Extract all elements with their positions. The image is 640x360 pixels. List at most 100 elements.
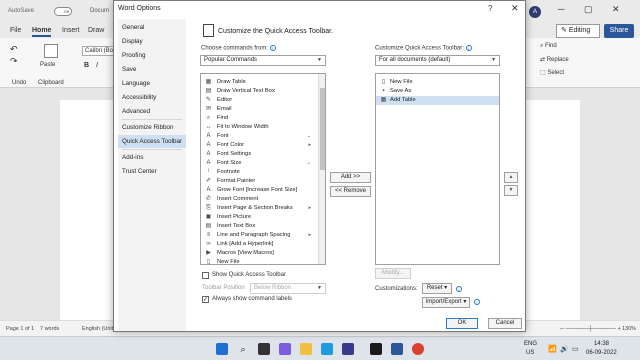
nav-language[interactable]: Language: [118, 77, 186, 90]
command-item[interactable]: ▤ Draw Vertical Text Box: [201, 87, 315, 96]
word-count[interactable]: 7 words: [40, 326, 59, 332]
command-item[interactable]: ∞ Link [Add a Hyperlink]: [201, 240, 315, 249]
command-item[interactable]: ▶ Macros [View Macros]: [201, 249, 315, 258]
nav-add-ins[interactable]: Add-ins: [118, 151, 186, 164]
edge-icon[interactable]: [321, 343, 333, 355]
nav-general[interactable]: General: [118, 21, 186, 34]
command-item[interactable]: A Font ⌄: [201, 132, 315, 141]
page-count[interactable]: Page 1 of 1: [6, 326, 34, 332]
task-view-icon[interactable]: [258, 343, 270, 355]
minimize-icon[interactable]: ─: [558, 4, 564, 14]
command-item[interactable]: ✎ Editor: [201, 96, 315, 105]
nav-proofing[interactable]: Proofing: [118, 49, 186, 62]
nav-save[interactable]: Save: [118, 63, 186, 76]
replace-button[interactable]: ⇄ Replace: [540, 56, 569, 63]
command-item[interactable]: A Grow Font [Increase Font Size]: [201, 186, 315, 195]
qat-item[interactable]: ▪ Save As: [376, 87, 499, 96]
italic-icon[interactable]: I: [96, 62, 98, 69]
share-button[interactable]: Share: [604, 24, 634, 38]
command-item[interactable]: ▯ New File: [201, 258, 315, 264]
wifi-icon[interactable]: 📶: [548, 345, 557, 353]
clock-time[interactable]: 14:38: [594, 341, 609, 347]
command-item[interactable]: ▣ Insert Picture: [201, 213, 315, 222]
store-icon[interactable]: [342, 343, 354, 355]
redo-icon[interactable]: ↷: [10, 56, 18, 67]
cancel-button[interactable]: Cancel: [488, 318, 522, 329]
editing-mode-button[interactable]: ✎ Editing: [556, 24, 600, 38]
choose-commands-dropdown[interactable]: Popular Commands ▼: [200, 55, 326, 66]
command-item[interactable]: ✉ Email: [201, 105, 315, 114]
modify-button[interactable]: Modify...: [375, 268, 411, 279]
search-icon[interactable]: ⌕: [237, 343, 249, 355]
info-icon[interactable]: i: [269, 45, 276, 51]
customize-qat-dropdown[interactable]: For all documents (default) ▼: [375, 55, 500, 66]
start-icon[interactable]: [216, 343, 228, 355]
command-item[interactable]: ✆ Insert Comment: [201, 195, 315, 204]
close-icon[interactable]: ✕: [612, 4, 620, 15]
undo-icon[interactable]: ↶: [10, 44, 18, 55]
command-item[interactable]: ⌕ Find: [201, 114, 315, 123]
command-item[interactable]: ≡ Line and Paragraph Spacing ▸: [201, 231, 315, 240]
command-item[interactable]: ↔ Fit to Window Width: [201, 123, 315, 132]
select-button[interactable]: ⬚ Select: [540, 69, 564, 76]
autosave-toggle[interactable]: Off: [54, 7, 72, 16]
info-icon[interactable]: i: [474, 299, 480, 305]
volume-icon[interactable]: 🔊: [560, 345, 569, 353]
commands-scrollbar[interactable]: [318, 74, 325, 264]
info-icon[interactable]: i: [465, 45, 472, 51]
file-explorer-icon[interactable]: [300, 343, 312, 355]
remove-button[interactable]: << Remove: [330, 186, 371, 197]
zoom-level[interactable]: 130%: [622, 326, 636, 332]
nav-customize-ribbon[interactable]: Customize Ribbon: [118, 121, 186, 134]
battery-icon[interactable]: ▭: [572, 345, 579, 353]
always-show-labels-checkbox[interactable]: ✓: [202, 296, 209, 303]
command-item[interactable]: ▦ Draw Table: [201, 78, 315, 87]
command-item[interactable]: A Font Size ⌄: [201, 159, 315, 168]
input-language[interactable]: ENG: [524, 341, 537, 347]
nav-quick-access-toolbar[interactable]: Quick Access Toolbar: [118, 135, 186, 148]
info-icon[interactable]: i: [456, 286, 462, 292]
commands-list[interactable]: ▦ Draw Table ▤ Draw Vertical Text Box ✎ Edito…: [200, 73, 326, 265]
move-down-button[interactable]: ▼: [504, 185, 518, 196]
add-button[interactable]: Add >>: [330, 172, 371, 183]
scrollbar-thumb[interactable]: [320, 88, 325, 170]
tab-draw[interactable]: Draw: [88, 27, 104, 34]
nav-accessibility[interactable]: Accessibility: [118, 91, 186, 104]
command-item[interactable]: ¹ Footnote: [201, 168, 315, 177]
maximize-icon[interactable]: ▢: [584, 4, 593, 15]
command-item[interactable]: ✐ Format Painter: [201, 177, 315, 186]
qat-item[interactable]: ▦ Add Table: [376, 96, 499, 105]
reset-button[interactable]: Reset ▾: [422, 283, 452, 294]
find-button[interactable]: ⌕ Find: [540, 43, 557, 50]
command-item[interactable]: ▤ Insert Text Box: [201, 222, 315, 231]
avatar[interactable]: A: [529, 6, 541, 18]
import-export-button[interactable]: Import/Export ▾: [422, 297, 470, 308]
app-icon[interactable]: [370, 343, 382, 355]
word-icon[interactable]: [391, 343, 403, 355]
qat-item[interactable]: ▯ New File: [376, 78, 499, 87]
show-qat-checkbox[interactable]: [202, 272, 209, 279]
nav-trust-center[interactable]: Trust Center: [118, 165, 186, 178]
input-region[interactable]: US: [526, 350, 534, 356]
command-item[interactable]: A Font Color ▸: [201, 141, 315, 150]
qat-list[interactable]: ▯ New File ▪ Save As ▦ Add Table: [375, 73, 500, 265]
tab-home[interactable]: Home: [32, 27, 52, 37]
nav-advanced[interactable]: Advanced: [118, 105, 186, 118]
tab-insert[interactable]: Insert: [62, 27, 80, 34]
paste-label[interactable]: Paste: [40, 62, 55, 68]
bold-icon[interactable]: B: [84, 62, 89, 69]
help-icon[interactable]: ?: [488, 4, 492, 13]
command-item[interactable]: A Font Settings: [201, 150, 315, 159]
nav-display[interactable]: Display: [118, 35, 186, 48]
ok-button[interactable]: OK: [446, 318, 478, 329]
move-up-button[interactable]: ▲: [504, 172, 518, 183]
toolbar-position-dropdown[interactable]: Below Ribbon ▼: [250, 283, 326, 294]
command-item[interactable]: ⎘ Insert Page & Section Breaks ▸: [201, 204, 315, 213]
paste-icon[interactable]: [44, 44, 58, 58]
tab-file[interactable]: File: [10, 27, 21, 34]
zoom-slider[interactable]: ─ ──────┼────── +: [560, 326, 621, 332]
chrome-icon[interactable]: [412, 343, 424, 355]
clock-date[interactable]: 06-09-2022: [586, 350, 617, 356]
dialog-close-icon[interactable]: ✕: [511, 3, 519, 14]
teams-icon[interactable]: [279, 343, 291, 355]
